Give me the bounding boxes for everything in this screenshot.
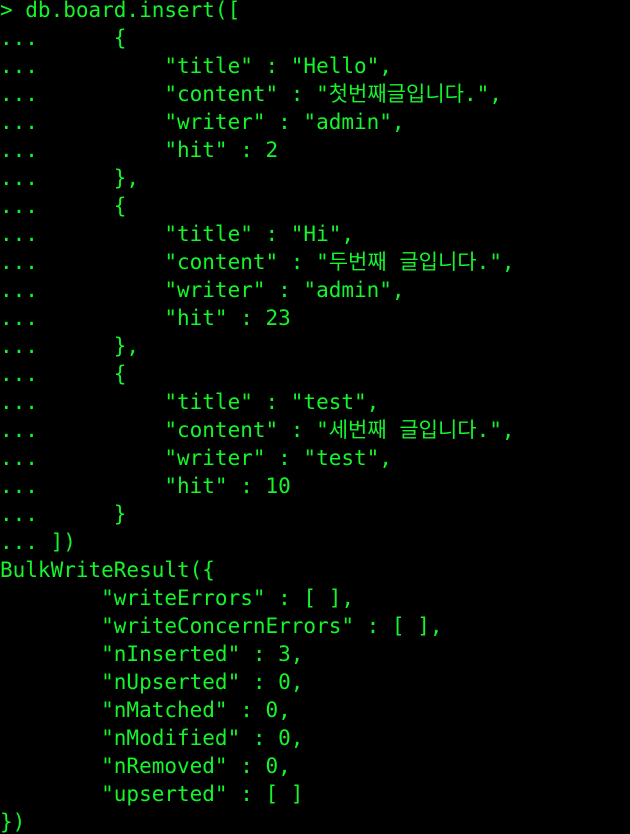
terminal-line: ... "writer" : "test", (0, 446, 392, 470)
terminal-line: ... { (0, 194, 127, 218)
terminal-line: ... } (0, 502, 127, 526)
terminal-output-line: }) (0, 810, 26, 834)
terminal-output-line: "nModified" : 0, (0, 726, 304, 750)
terminal-line: ... "writer" : "admin", (0, 110, 405, 134)
terminal-line: ... "content" : "두번째 글입니다.", (0, 250, 515, 274)
terminal-line: ... "content" : "첫번째글입니다.", (0, 82, 502, 106)
terminal-line: ... "hit" : 10 (0, 474, 291, 498)
terminal-output-line: "nInserted" : 3, (0, 642, 304, 666)
terminal-output-line: "writeConcernErrors" : [ ], (0, 614, 443, 638)
terminal-line: ... "hit" : 23 (0, 306, 291, 330)
terminal-line: ... "writer" : "admin", (0, 278, 405, 302)
terminal-line-command: > db.board.insert([ (0, 0, 241, 22)
terminal-output-line: BulkWriteResult({ (0, 558, 215, 582)
terminal-line: ... "content" : "세번째 글입니다.", (0, 418, 515, 442)
terminal-line: ... "title" : "Hi", (0, 222, 355, 246)
terminal-line: ... { (0, 362, 127, 386)
terminal-output-line: "upserted" : [ ] (0, 782, 304, 806)
terminal-window[interactable]: > db.board.insert([ ... { ... "title" : … (0, 0, 630, 834)
terminal-output-line: "nUpserted" : 0, (0, 670, 304, 694)
terminal-line: ... "title" : "Hello", (0, 54, 392, 78)
terminal-output-line: "nMatched" : 0, (0, 698, 291, 722)
terminal-line: ... { (0, 26, 127, 50)
terminal-line: ... "title" : "test", (0, 390, 380, 414)
terminal-line: ... ]) (0, 530, 76, 554)
terminal-line: ... }, (0, 334, 140, 358)
terminal-output-line: "writeErrors" : [ ], (0, 586, 355, 610)
terminal-line: ... "hit" : 2 (0, 138, 279, 162)
terminal-output-line: "nRemoved" : 0, (0, 754, 291, 778)
terminal-line: ... }, (0, 166, 140, 190)
